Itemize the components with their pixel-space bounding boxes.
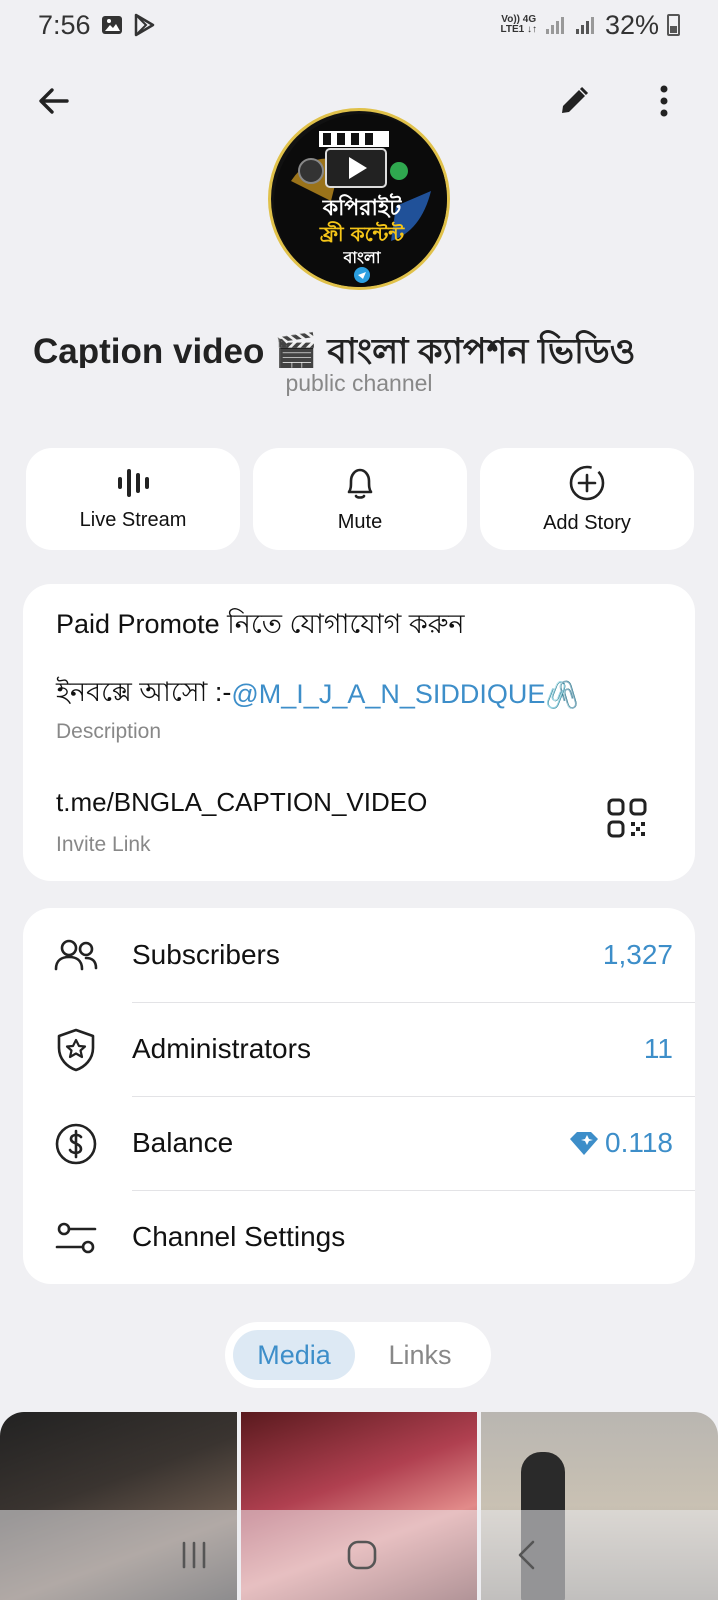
paperclip-emoji: 🖇️ [545, 679, 580, 710]
tab-links[interactable]: Links [361, 1330, 479, 1380]
clock: 7:56 [38, 9, 91, 40]
channel-subtitle: public channel [285, 370, 433, 396]
battery-percent: 32% [604, 9, 659, 40]
balance-row[interactable]: Balance 0.118 [23, 1096, 695, 1190]
description-label: Description [56, 720, 162, 743]
add-story-icon [569, 465, 605, 500]
gallery-notification-icon [101, 16, 122, 34]
network-indicator: Vo)) 4G LTE1 ↓↑ [500, 14, 537, 35]
channel-settings-label: Channel Settings [132, 1221, 346, 1252]
subscribers-label: Subscribers [132, 939, 280, 970]
tab-media[interactable]: Media [233, 1330, 355, 1380]
avatar-text-2: ফ্রী কন্টেন্ট [319, 221, 405, 246]
subscribers-row[interactable]: Subscribers 1,327 [23, 908, 695, 1002]
description-prefix: ইনবক্সে আসো :- [56, 677, 232, 707]
balance-label: Balance [132, 1127, 234, 1158]
play-store-notification-icon [134, 13, 154, 37]
administrators-label: Administrators [132, 1033, 311, 1064]
live-stream-label: Live Stream [79, 508, 187, 531]
description-line-1: Paid Promote নিতে যোগাযোগ করুন [56, 609, 465, 639]
invite-link[interactable]: t.me/BNGLA_CAPTION_VIDEO [56, 787, 427, 818]
channel-settings-row[interactable]: Channel Settings [23, 1190, 695, 1284]
signal-icon-2 [575, 17, 594, 34]
qr-code-button[interactable] [605, 796, 651, 842]
balance-value: 0.118 [569, 1127, 673, 1159]
signal-icon [545, 17, 564, 34]
add-story-button[interactable]: Add Story [480, 448, 694, 550]
mute-label: Mute [337, 510, 383, 533]
live-stream-icon [118, 468, 149, 497]
administrators-count: 11 [643, 1033, 673, 1064]
recent-apps-icon[interactable] [179, 1540, 209, 1570]
mute-button[interactable]: Mute [253, 448, 467, 550]
settings-sliders-icon [55, 1222, 97, 1254]
diamond-icon [570, 1132, 598, 1155]
add-story-label: Add Story [543, 511, 631, 534]
status-bar: 7:56 Vo)) 4G LTE1 ↓↑ 32% [0, 0, 718, 50]
live-stream-button[interactable]: Live Stream [26, 448, 240, 550]
action-buttons: Live Stream Mute Add Story [26, 448, 694, 550]
shield-star-icon [57, 1028, 95, 1072]
mention-link[interactable]: @M_I_J_A_N_SIDDIQUE [231, 679, 545, 710]
edit-button[interactable] [550, 77, 598, 125]
channel-title: Caption video 🎬 বাংলা ক্যাপশন ভিডিও [33, 332, 636, 368]
channel-avatar[interactable]: কপিরাইট ফ্রী কন্টেন্ট বাংলা [268, 108, 450, 290]
description-line-2: ইনবক্সে আসো :- @M_I_J_A_N_SIDDIQUE 🖇️ [56, 672, 579, 717]
channel-stats-card: Subscribers 1,327 Administrators 11 Bala… [23, 908, 695, 1284]
bell-icon [347, 468, 373, 499]
more-options-button[interactable] [640, 77, 688, 125]
invite-link-label: Invite Link [56, 833, 151, 856]
channel-logo: কপিরাইট ফ্রী কন্টেন্ট বাংলা [274, 114, 447, 287]
dollar-icon [55, 1123, 97, 1165]
subscribers-icon [54, 939, 98, 971]
administrators-row[interactable]: Administrators 11 [23, 1002, 695, 1096]
info-card: Paid Promote নিতে যোগাযোগ করুন ইনবক্সে আ… [23, 584, 695, 881]
battery-icon [667, 14, 680, 36]
media-tabs: Media Links [225, 1322, 491, 1388]
pencil-icon [562, 86, 589, 113]
nav-back-icon[interactable] [515, 1539, 539, 1571]
avatar-text-3: বাংলা [343, 248, 382, 267]
qr-code-icon [607, 798, 647, 838]
subscribers-count: 1,327 [602, 939, 673, 970]
arrow-left-icon [39, 88, 69, 114]
home-icon[interactable] [346, 1539, 378, 1571]
back-button[interactable] [30, 77, 78, 125]
system-nav-bar [0, 1510, 718, 1600]
more-vertical-icon [660, 85, 668, 117]
avatar-text-1: কপিরাইট [322, 193, 403, 221]
